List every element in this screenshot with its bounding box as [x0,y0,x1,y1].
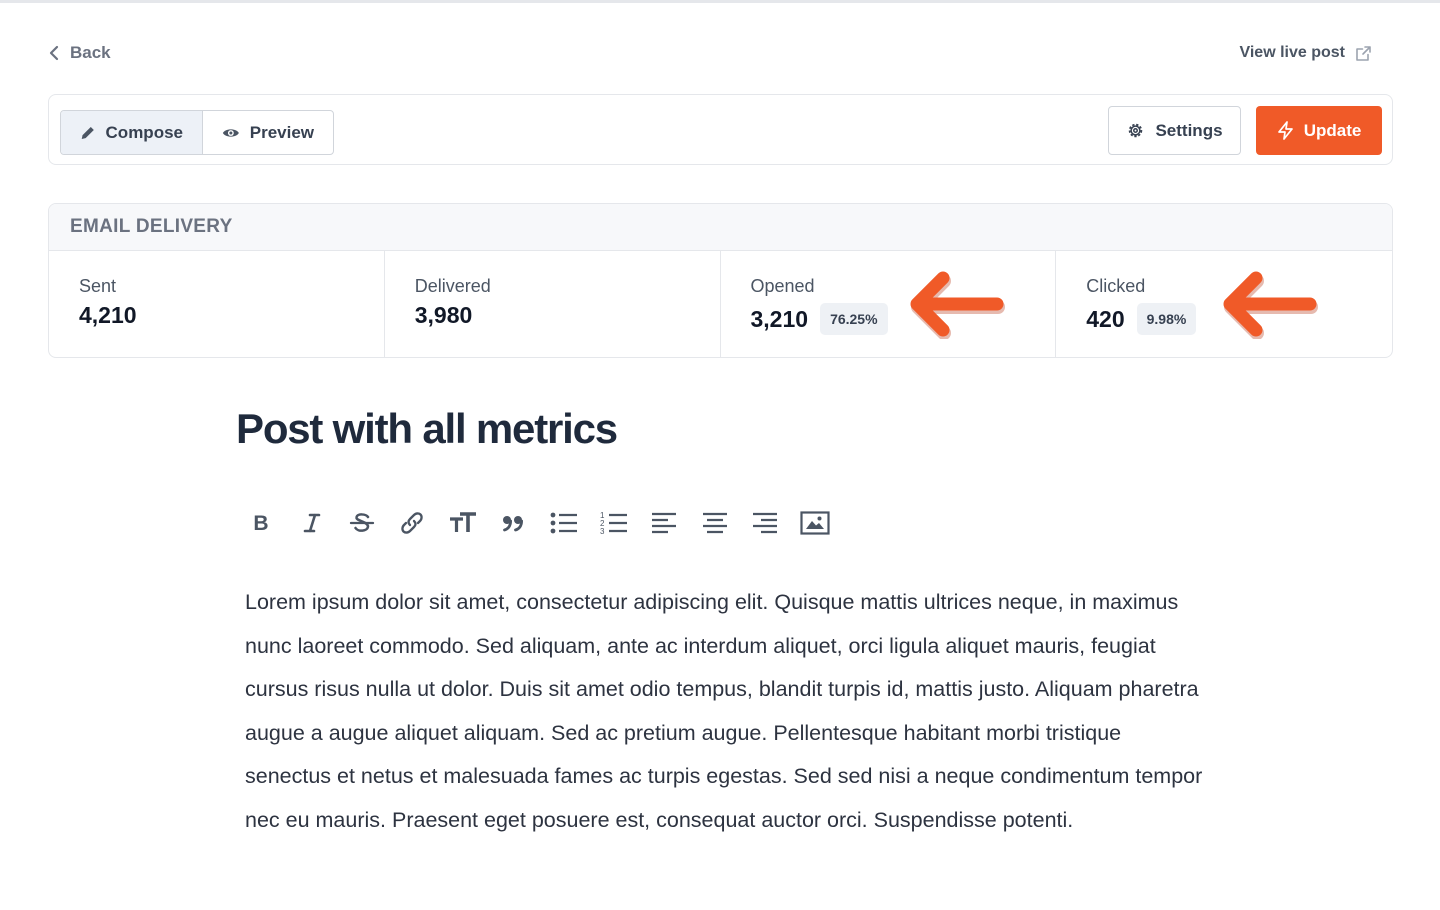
tab-preview-label: Preview [249,122,314,142]
align-center-icon [702,512,727,534]
mode-switcher: Compose Preview [60,110,334,155]
stat-value: 4,210 [79,302,137,328]
svg-text:B: B [254,512,269,534]
arrow-left-icon [910,271,1005,339]
stat-percent-badge: 76.25% [820,303,888,335]
align-left-icon [652,512,677,534]
italic-icon [303,513,320,533]
image-icon [800,511,831,535]
email-delivery-panel: EMAIL DELIVERY Sent 4,210 Delivered 3,98… [48,203,1393,358]
numbered-list-icon: 123 [600,511,627,535]
settings-label: Settings [1155,120,1223,140]
link-icon [401,512,424,534]
tab-compose[interactable]: Compose [61,111,203,154]
external-link-icon [1356,45,1371,61]
tab-preview[interactable]: Preview [203,111,333,154]
view-live-post-link[interactable]: View live post [1239,42,1372,64]
bullet-list-icon [550,512,577,534]
top-border [0,0,1440,3]
stat-value: 3,980 [414,302,473,328]
stat-opened: Opened 3,210 76.25% [721,251,1057,357]
stat-value: 420 [1086,305,1125,332]
bold-icon: B [254,512,269,534]
align-center-button[interactable] [690,505,740,541]
align-left-button[interactable] [639,505,689,541]
back-label: Back [70,43,111,62]
pencil-icon [81,126,94,139]
align-right-button[interactable] [740,505,790,541]
settings-button[interactable]: Settings [1108,106,1241,155]
stat-percent-badge: 9.98% [1136,303,1197,335]
text-size-button[interactable] [438,505,488,541]
formatting-toolbar: B 123 [236,505,841,541]
stat-value: 3,210 [750,305,809,332]
email-delivery-heading: EMAIL DELIVERY [49,204,1392,251]
chevron-left-icon [49,45,59,61]
update-label: Update [1303,120,1362,140]
stat-label: Delivered [414,276,491,296]
align-right-icon [753,512,778,534]
post-body[interactable]: Lorem ipsum dolor sit amet, consectetur … [245,581,1205,843]
strikethrough-button[interactable] [337,505,387,541]
strikethrough-icon [349,513,375,532]
stat-label: Sent [79,276,117,296]
link-button[interactable] [387,505,437,541]
delivery-stats: Sent 4,210 Delivered 3,980 Opened 3,210 … [49,251,1392,357]
italic-button[interactable] [286,505,336,541]
tab-compose-label: Compose [105,122,183,142]
stat-clicked: Clicked 420 9.98% [1056,251,1392,357]
view-live-post-label: View live post [1239,44,1345,61]
image-button[interactable] [790,505,840,541]
update-button[interactable]: Update [1256,106,1382,155]
stat-sent: Sent 4,210 [49,251,385,357]
gear-icon [1129,123,1143,138]
editor-toolbar: Compose Preview Settings Update [48,94,1393,165]
bold-button[interactable]: B [236,505,286,541]
stat-delivered: Delivered 3,980 [385,251,721,357]
back-link[interactable]: Back [48,42,111,64]
quote-button[interactable] [488,505,538,541]
svg-text:3: 3 [600,527,605,535]
quote-icon [503,516,524,532]
bullet-list-button[interactable] [538,505,588,541]
text-size-icon [449,512,476,532]
stat-label: Opened [750,276,815,296]
numbered-list-button[interactable]: 123 [589,505,639,541]
eye-icon [222,128,239,137]
post-title[interactable]: Post with all metrics [236,405,618,453]
arrow-left-icon [1223,271,1319,339]
lightning-icon [1277,121,1293,140]
